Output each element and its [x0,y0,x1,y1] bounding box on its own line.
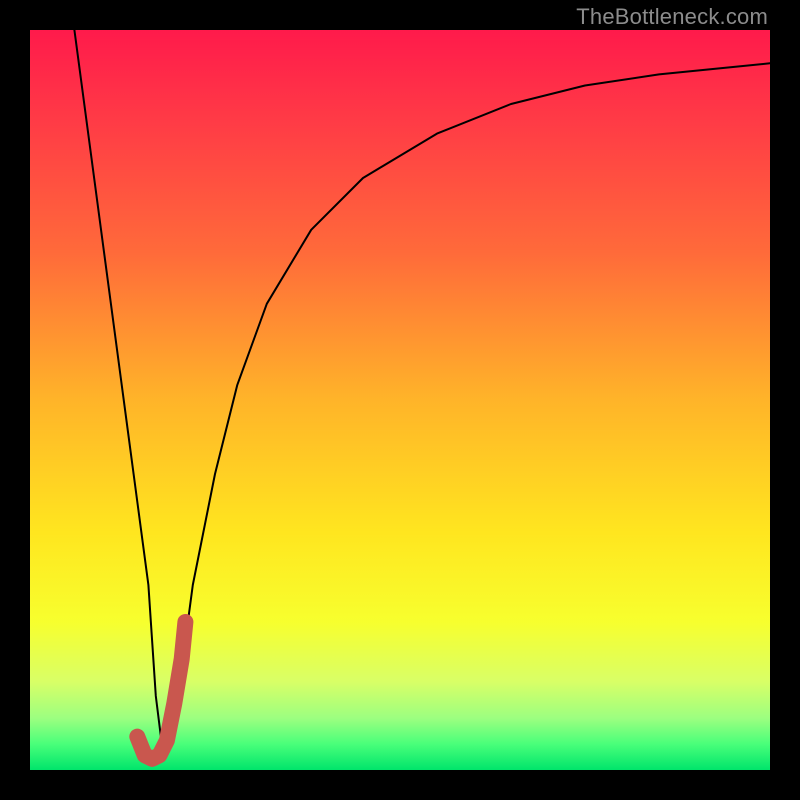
watermark-text: TheBottleneck.com [576,4,768,30]
plot-area [30,30,770,770]
chart-canvas [30,30,770,770]
gradient-background [30,30,770,770]
chart-frame: TheBottleneck.com [0,0,800,800]
